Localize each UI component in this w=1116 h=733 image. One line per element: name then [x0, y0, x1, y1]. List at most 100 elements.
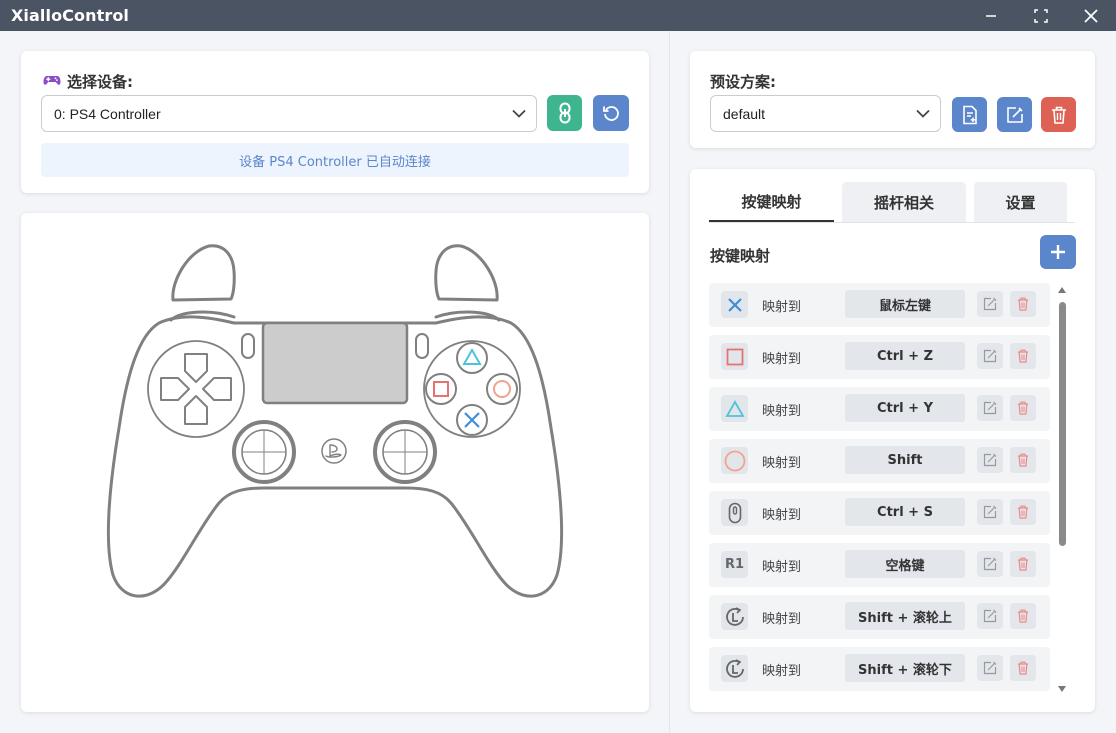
- mapping-row-text: 映射到: [762, 403, 802, 419]
- device-card: 选择设备: 0: PS4 Controller 设备 PS4 Controlle…: [21, 51, 649, 193]
- edit-icon: [983, 297, 997, 311]
- delete-mapping-button[interactable]: [1010, 291, 1036, 317]
- device-select[interactable]: 0: PS4 Controller: [41, 95, 537, 132]
- mapping-target-key[interactable]: Shift + 滚轮下: [845, 654, 965, 682]
- mapping-row-text: 映射到: [762, 351, 802, 367]
- mapping-row: 映射到 鼠标左键: [709, 283, 1050, 327]
- caret-up-icon: [1058, 287, 1066, 293]
- mapping-row: 映射到 Shift: [709, 439, 1050, 483]
- edit-mapping-button[interactable]: [977, 291, 1003, 317]
- delete-mapping-button[interactable]: [1010, 447, 1036, 473]
- add-mapping-button[interactable]: [1040, 235, 1076, 269]
- edit-preset-button[interactable]: [997, 97, 1032, 132]
- circle-button: [486, 373, 518, 405]
- window-controls: [966, 0, 1116, 31]
- minimize-button[interactable]: [966, 0, 1016, 31]
- edit-icon: [1006, 106, 1023, 123]
- close-icon: [1084, 8, 1098, 23]
- tab-settings[interactable]: 设置: [974, 182, 1067, 222]
- options-button: [415, 333, 429, 359]
- mapping-row: 映射到 Ctrl + Z: [709, 335, 1050, 379]
- delete-preset-button[interactable]: [1041, 97, 1076, 132]
- connect-button[interactable]: [547, 95, 582, 131]
- right-panel: 预设方案: default 按键映射 摇杆相关 设置 按键映射 映射到 鼠标左键…: [670, 31, 1116, 733]
- tab-stick-settings[interactable]: 摇杆相关: [842, 182, 966, 222]
- mapping-target-key[interactable]: 空格键: [845, 550, 965, 578]
- left-stick-rotate-icon: [721, 603, 748, 630]
- close-button[interactable]: [1066, 0, 1116, 31]
- edit-mapping-button[interactable]: [977, 551, 1003, 577]
- dpad: [160, 353, 232, 425]
- edit-icon: [983, 609, 997, 623]
- mapping-target-key[interactable]: Shift: [845, 446, 965, 474]
- edit-mapping-button[interactable]: [977, 499, 1003, 525]
- r1-label: R1: [724, 557, 745, 572]
- refresh-button[interactable]: [593, 95, 629, 131]
- maximize-button[interactable]: [1016, 0, 1066, 31]
- mapping-section-title: 按键映射: [710, 247, 771, 265]
- mapping-row-text: 映射到: [762, 299, 802, 315]
- mapping-target-key[interactable]: Ctrl + Y: [845, 394, 965, 422]
- maximize-icon: [1034, 8, 1048, 23]
- trash-icon: [1051, 106, 1066, 124]
- r2-trigger: [434, 244, 499, 302]
- edit-mapping-button[interactable]: [977, 603, 1003, 629]
- new-file-icon: [962, 105, 977, 124]
- mapping-card: 按键映射 摇杆相关 设置 按键映射 映射到 鼠标左键 映射到 Ctrl + Z 映射到 C…: [690, 169, 1095, 712]
- mapping-scrollbar[interactable]: [1057, 285, 1067, 694]
- triangle-button-icon: [721, 395, 748, 422]
- mapping-row-text: 映射到: [762, 559, 802, 575]
- mapping-row: 映射到 Ctrl + Y: [709, 387, 1050, 431]
- preset-label: 预设方案:: [710, 73, 776, 91]
- delete-mapping-button[interactable]: [1010, 395, 1036, 421]
- scroll-thumb[interactable]: [1059, 302, 1066, 546]
- new-preset-button[interactable]: [952, 97, 987, 132]
- trash-icon: [1018, 401, 1028, 415]
- delete-mapping-button[interactable]: [1010, 655, 1036, 681]
- delete-mapping-button[interactable]: [1010, 499, 1036, 525]
- controller-diagram: [106, 244, 564, 598]
- scroll-down-arrow[interactable]: [1057, 684, 1067, 694]
- trash-icon: [1018, 661, 1028, 675]
- delete-mapping-button[interactable]: [1010, 343, 1036, 369]
- mapping-row: 映射到 Shift + 滚轮上: [709, 595, 1050, 639]
- mapping-target-key[interactable]: Shift + 滚轮上: [845, 602, 965, 630]
- left-panel: 选择设备: 0: PS4 Controller 设备 PS4 Controlle…: [0, 31, 669, 733]
- tab-button-mapping[interactable]: 按键映射: [709, 182, 834, 222]
- edit-icon: [983, 557, 997, 571]
- dpad-ring: [147, 340, 245, 438]
- mapping-row: 映射到 Shift + 滚轮下: [709, 647, 1050, 691]
- preset-select-value: default: [723, 105, 766, 122]
- caret-down-icon: [1058, 686, 1066, 692]
- mapping-target-key[interactable]: Ctrl + S: [845, 498, 965, 526]
- link-icon: [559, 102, 570, 124]
- mapping-row: 映射到 Ctrl + S: [709, 491, 1050, 535]
- preset-select[interactable]: default: [710, 95, 941, 132]
- delete-mapping-button[interactable]: [1010, 603, 1036, 629]
- mouse-scroll-icon: [721, 499, 748, 526]
- trash-icon: [1018, 505, 1028, 519]
- edit-mapping-button[interactable]: [977, 395, 1003, 421]
- edit-mapping-button[interactable]: [977, 447, 1003, 473]
- square-button: [425, 373, 457, 405]
- edit-mapping-button[interactable]: [977, 655, 1003, 681]
- gamepad-icon: [43, 72, 61, 93]
- trash-icon: [1018, 297, 1028, 311]
- cross-button-icon: [721, 291, 748, 318]
- edit-mapping-button[interactable]: [977, 343, 1003, 369]
- mapping-row-text: 映射到: [762, 455, 802, 471]
- delete-mapping-button[interactable]: [1010, 551, 1036, 577]
- mapping-target-key[interactable]: Ctrl + Z: [845, 342, 965, 370]
- r1-button-icon: R1: [721, 551, 748, 578]
- chevron-down-icon: [512, 109, 526, 118]
- edit-icon: [983, 661, 997, 675]
- title-bar: XialloControl: [0, 0, 1116, 31]
- triangle-button: [456, 342, 488, 374]
- edit-icon: [983, 349, 997, 363]
- edit-icon: [983, 453, 997, 467]
- mapping-target-key[interactable]: 鼠标左键: [845, 290, 965, 318]
- trash-icon: [1018, 453, 1028, 467]
- chevron-down-icon: [916, 109, 930, 118]
- app-title: XialloControl: [11, 6, 130, 25]
- scroll-up-arrow[interactable]: [1057, 285, 1067, 295]
